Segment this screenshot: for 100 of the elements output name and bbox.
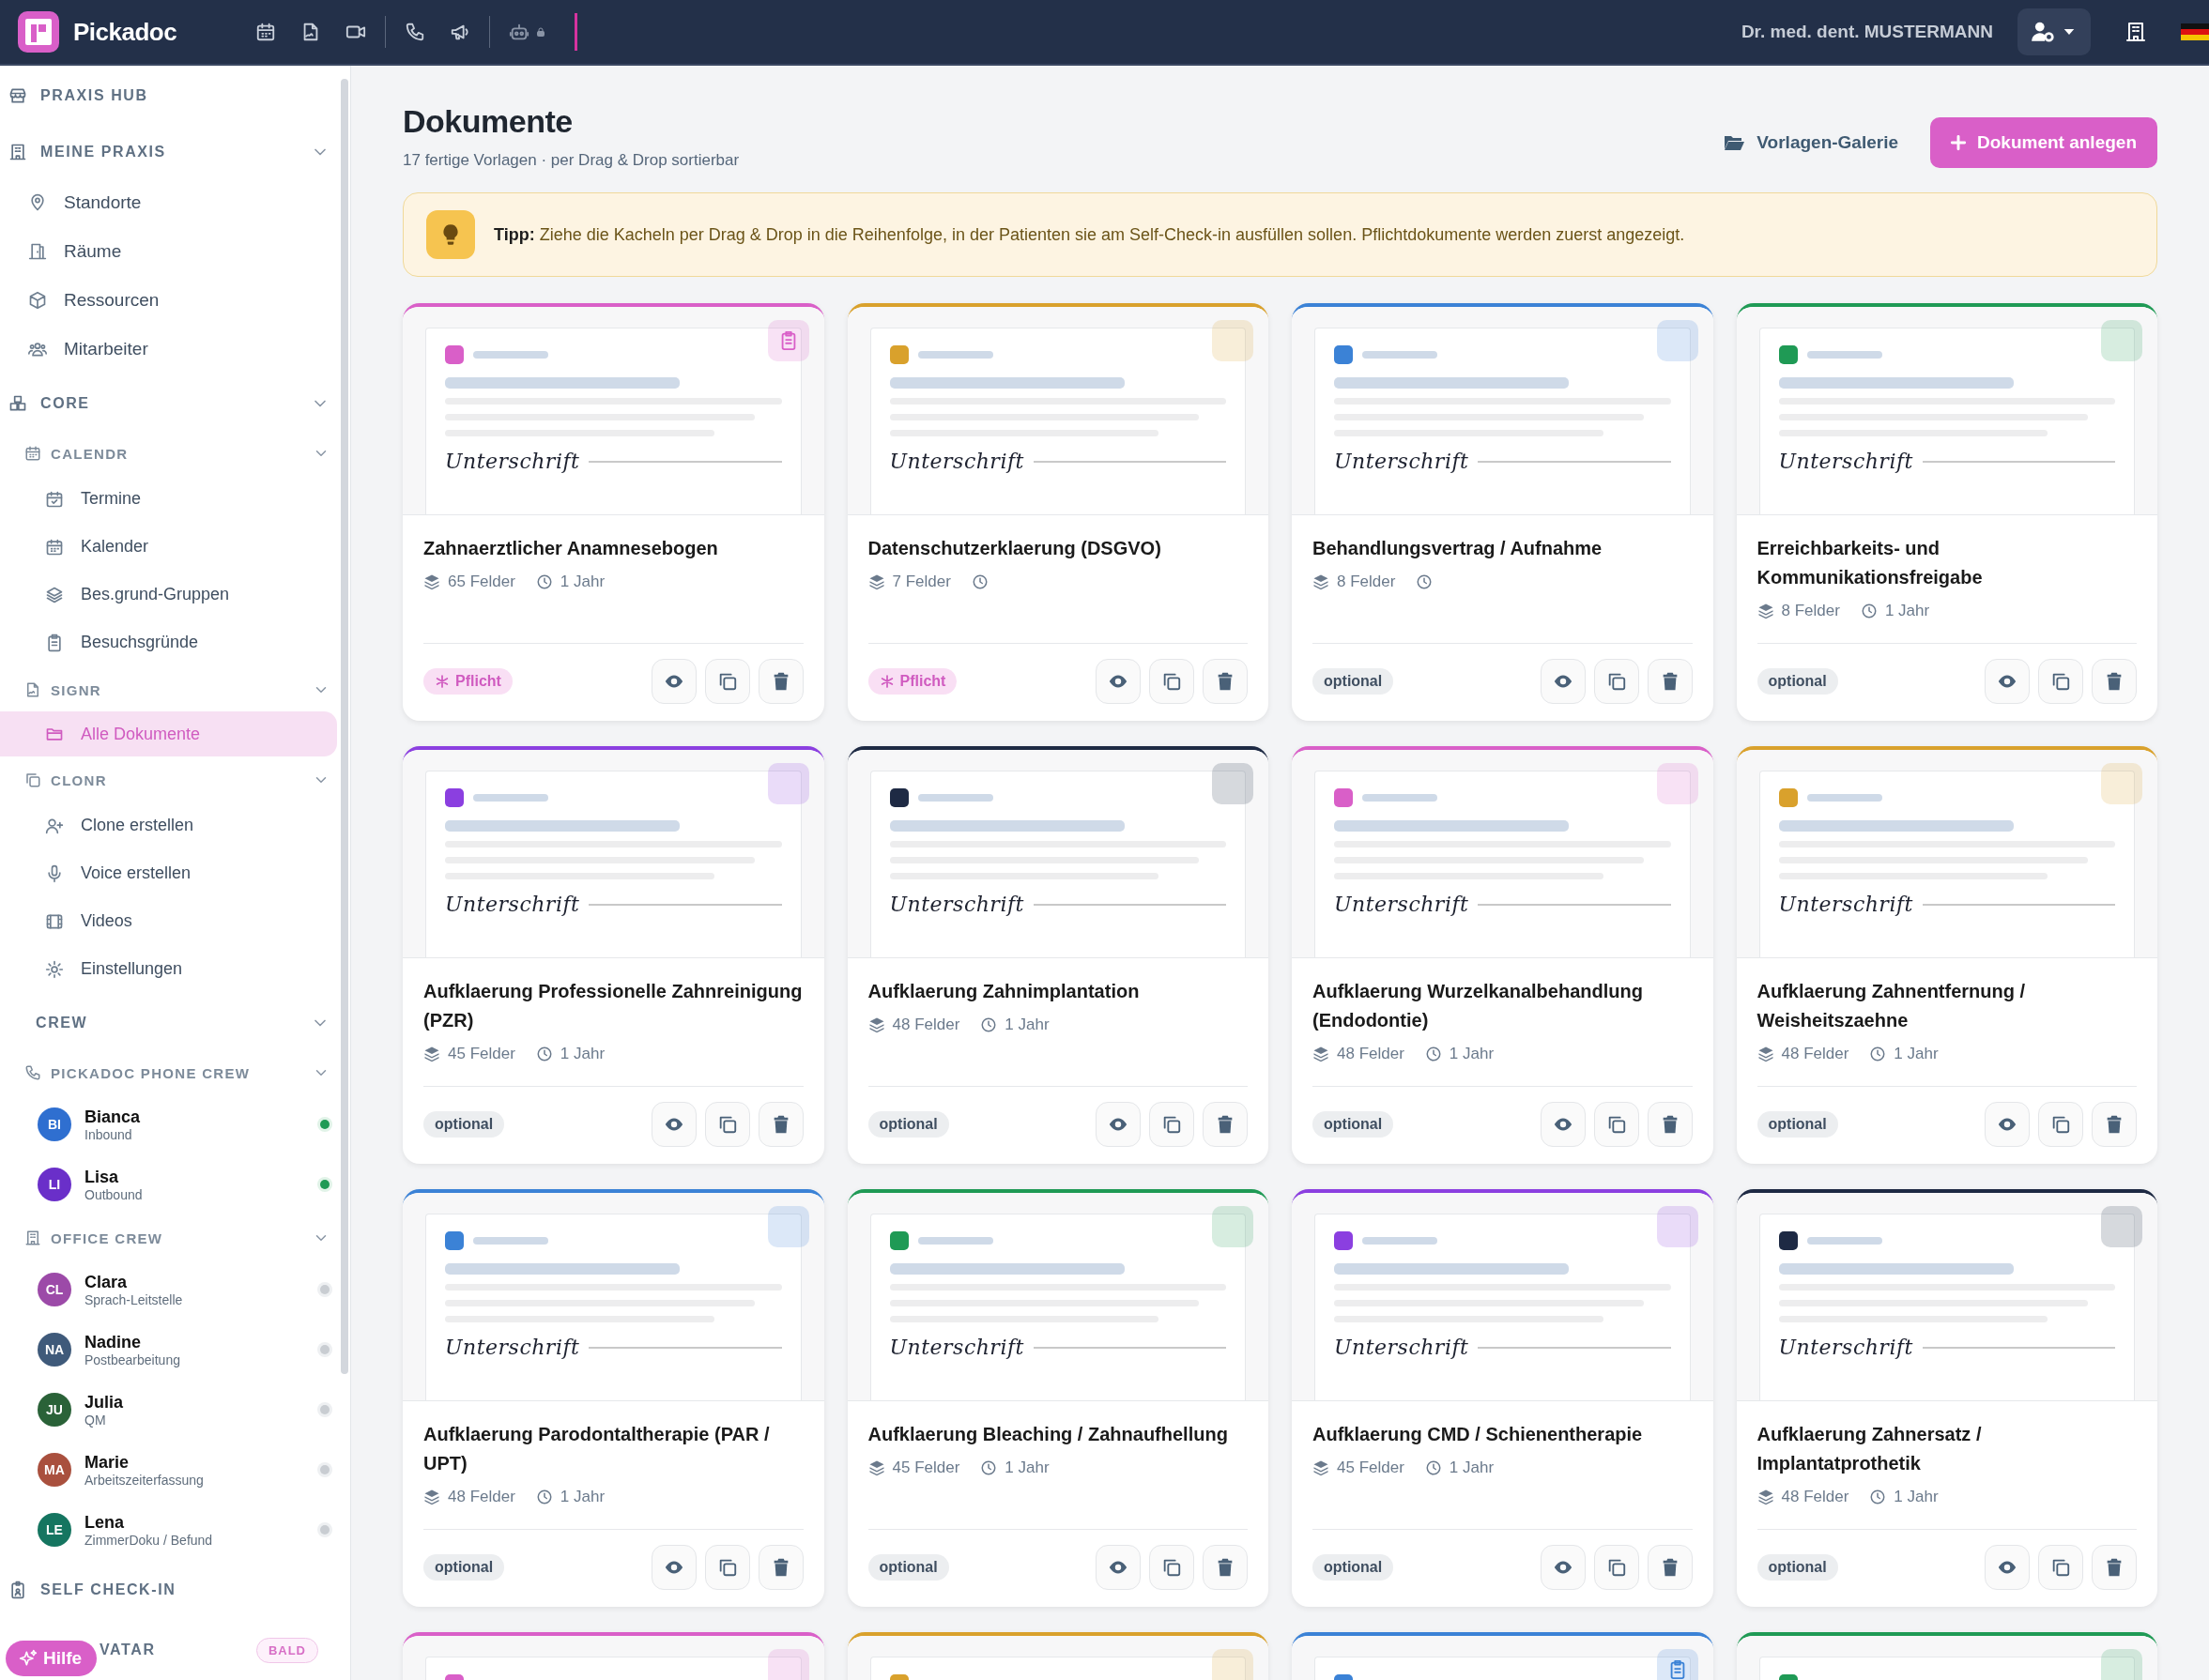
- person-role: Arbeitszeiterfassung: [84, 1472, 205, 1488]
- soon-badge: BALD: [255, 1637, 318, 1663]
- document-card[interactable]: Unterschrift Aufklaerung Bleaching / Zahnaufhellung 45 Felder 1 Jahr optional: [847, 1189, 1268, 1607]
- person-role: Inbound: [84, 1126, 133, 1142]
- requirement-badge: optional: [423, 1554, 505, 1581]
- person-name[interactable]: Nadine: [84, 1332, 307, 1352]
- avatar: CL: [38, 1273, 71, 1306]
- signature-text: Unterschrift: [445, 450, 580, 473]
- requirement-badge: optional: [1756, 668, 1838, 695]
- signature-text: Unterschrift: [1334, 1336, 1469, 1359]
- document-card[interactable]: Unterschrift Aufklaerung Zahnimplantation 48 Felder 1 Jahr optional: [847, 746, 1268, 1164]
- section-header[interactable]: MEINE PRAXIS: [40, 144, 166, 160]
- signature-text: Unterschrift: [1334, 450, 1469, 473]
- card-title: Aufklaerung Bleaching / Zahnaufhellung: [867, 1423, 1229, 1446]
- section-header[interactable]: VATAR: [100, 1642, 156, 1658]
- retention-period: 1 Jahr: [560, 1488, 606, 1506]
- document-card[interactable]: Unterschrift Aufklaerung CMD / Schienentherapie 45 Felder 1 Jahr optional: [1292, 1189, 1713, 1607]
- document-card[interactable]: Unterschrift Aufklaerung Zahnersatz / Implantatprothetik 48 Felder 1 Jahr optional: [1736, 1189, 2157, 1607]
- sidebar-item[interactable]: Clone erstellen: [0, 802, 337, 849]
- avatar: MA: [38, 1453, 71, 1487]
- document-card[interactable]: Unterschrift Aufklaerung Professionelle Zahnreinigung (PZR) 45 Felder 1 Jahr optional: [403, 746, 824, 1164]
- person-name[interactable]: Lisa: [84, 1167, 307, 1187]
- requirement-badge: Pflicht: [423, 668, 513, 695]
- tip-text: Tipp: Ziehe die Kacheln per Drag & Drop in die Reihenfolge, in der Patienten sie am Self-Check-in ausfüllen sollen. Pflichtdokumente werden zuerst angezeigt.: [494, 224, 1685, 245]
- card-title: Aufklaerung Wurzelkanalbehandlung (Endodontie): [1312, 980, 1644, 1032]
- sidebar-item[interactable]: Mitarbeiter: [0, 325, 337, 374]
- retention-period: 1 Jahr: [1005, 1016, 1050, 1034]
- user-name: Dr. med. dent. MUSTERMANN: [1741, 22, 1993, 42]
- signature-text: Unterschrift: [1778, 893, 1913, 916]
- avatar: LI: [38, 1168, 71, 1201]
- document-card[interactable]: Unterschrift Behandlungsvertrag / Aufnahme 8 Felder optional: [1292, 303, 1713, 721]
- card-title: Behandlungsvertrag / Aufnahme: [1312, 537, 1603, 560]
- document-card[interactable]: Unterschrift Aufklaerung Zahnentfernung / Weisheitszaehne 48 Felder 1 Jahr optional: [1736, 746, 2157, 1164]
- retention-period: 1 Jahr: [560, 573, 606, 591]
- sidebar-item[interactable]: Bes.grund-Gruppen: [0, 571, 337, 619]
- requirement-badge: optional: [1312, 668, 1394, 695]
- section-header[interactable]: SELF CHECK-IN: [40, 1581, 176, 1598]
- person-role: Sprach-Leitstelle: [84, 1291, 184, 1307]
- document-card[interactable]: Unterschrift Aufklaerung Parodontaltherapie (PAR / UPT) 48 Felder 1 Jahr optional: [403, 1189, 824, 1607]
- page-subtitle: 17 fertige Vorlagen · per Drag & Drop sortierbar: [403, 151, 740, 170]
- signature-text: Unterschrift: [445, 893, 580, 916]
- sidebar-item[interactable]: Besuchsgründe: [0, 619, 337, 666]
- person-name[interactable]: Lena: [84, 1512, 307, 1533]
- retention-period: 1 Jahr: [1894, 1045, 1939, 1063]
- field-count: 48 Felder: [1337, 1045, 1404, 1063]
- person-name[interactable]: Marie: [84, 1452, 307, 1473]
- sidebar-item[interactable]: Standorte: [0, 178, 337, 227]
- card-title: Aufklaerung Professionelle Zahnreinigung (PZR): [423, 980, 804, 1032]
- signature-text: Unterschrift: [889, 893, 1024, 916]
- card-title: Zahnaerztlicher Anamnesebogen: [423, 537, 719, 560]
- avatar: BI: [38, 1107, 71, 1141]
- requirement-badge: optional: [867, 1111, 949, 1138]
- sidebar-item[interactable]: Termine: [0, 475, 337, 523]
- retention-period: 1 Jahr: [1449, 1045, 1495, 1063]
- card-title: Aufklaerung Zahnimplantation: [867, 980, 1141, 1003]
- section-header[interactable]: CREW: [8, 1015, 88, 1031]
- sidebar-item[interactable]: Ressourcen: [0, 276, 337, 325]
- card-title: Aufklaerung Zahnentfernung / Weisheitszaehne: [1756, 980, 2027, 1032]
- signature-text: Unterschrift: [1778, 450, 1913, 473]
- retention-period: 1 Jahr: [560, 1045, 606, 1063]
- card-title: Aufklaerung Zahnersatz / Implantatprothetik: [1756, 1423, 1983, 1475]
- field-count: 65 Felder: [448, 573, 515, 591]
- retention-period: 1 Jahr: [1449, 1459, 1495, 1477]
- field-count: 7 Felder: [892, 573, 951, 591]
- document-card[interactable]: Unterschrift Aufklaerung Wurzelkanalbehandlung (Endodontie) 48 Felder 1 Jahr optional: [1292, 746, 1713, 1164]
- sidebar-item[interactable]: Kalender: [0, 523, 337, 571]
- field-count: 48 Felder: [448, 1488, 515, 1506]
- field-count: 45 Felder: [892, 1459, 960, 1477]
- retention-period: 1 Jahr: [1005, 1459, 1050, 1477]
- person-role: Postbearbeitung: [84, 1352, 181, 1367]
- section-header[interactable]: CORE: [40, 395, 90, 412]
- section-header[interactable]: PRAXIS HUB: [40, 87, 148, 104]
- sidebar-item[interactable]: Voice erstellen: [0, 849, 337, 897]
- person-role: Outbound: [84, 1186, 144, 1202]
- person-name[interactable]: Julia: [84, 1392, 307, 1413]
- avatar: LE: [38, 1513, 71, 1547]
- page-title: Dokumente: [403, 103, 574, 140]
- person-name[interactable]: Clara: [84, 1272, 307, 1292]
- requirement-badge: optional: [423, 1111, 505, 1138]
- document-card[interactable]: Unterschrift Erreichbarkeits- und Kommunikationsfreigabe 8 Felder 1 Jahr optional: [1736, 303, 2157, 721]
- sidebar-item[interactable]: Räume: [0, 227, 337, 276]
- field-count: 48 Felder: [1781, 1488, 1849, 1506]
- sidebar-item[interactable]: Videos: [0, 897, 337, 945]
- sidebar-item[interactable]: Einstellungen: [0, 945, 337, 993]
- signature-text: Unterschrift: [889, 1336, 1024, 1359]
- gallery-link[interactable]: Vorlagen-Galerie: [1723, 131, 1898, 154]
- person-role: ZimmerDoku / Befund: [84, 1532, 214, 1548]
- field-count: 45 Felder: [1337, 1459, 1404, 1477]
- signature-text: Unterschrift: [889, 450, 1024, 473]
- avatar: JU: [38, 1393, 71, 1427]
- requirement-badge: optional: [1756, 1554, 1838, 1581]
- requirement-badge: optional: [867, 1554, 949, 1581]
- document-card[interactable]: Unterschrift Zahnaerztlicher Anamnesebogen 65 Felder 1 Jahr Pflicht: [403, 303, 824, 721]
- card-title: Datenschutzerklaerung (DSGVO): [867, 537, 1162, 560]
- card-title: Aufklaerung Parodontaltherapie (PAR / UPT): [423, 1423, 771, 1475]
- avatar: NA: [38, 1333, 71, 1367]
- person-name[interactable]: Bianca: [84, 1107, 307, 1127]
- document-card[interactable]: Unterschrift Datenschutzerklaerung (DSGVO) 7 Felder Pflicht: [847, 303, 1268, 721]
- requirement-badge: Pflicht: [867, 668, 958, 695]
- field-count: 48 Felder: [892, 1016, 960, 1034]
